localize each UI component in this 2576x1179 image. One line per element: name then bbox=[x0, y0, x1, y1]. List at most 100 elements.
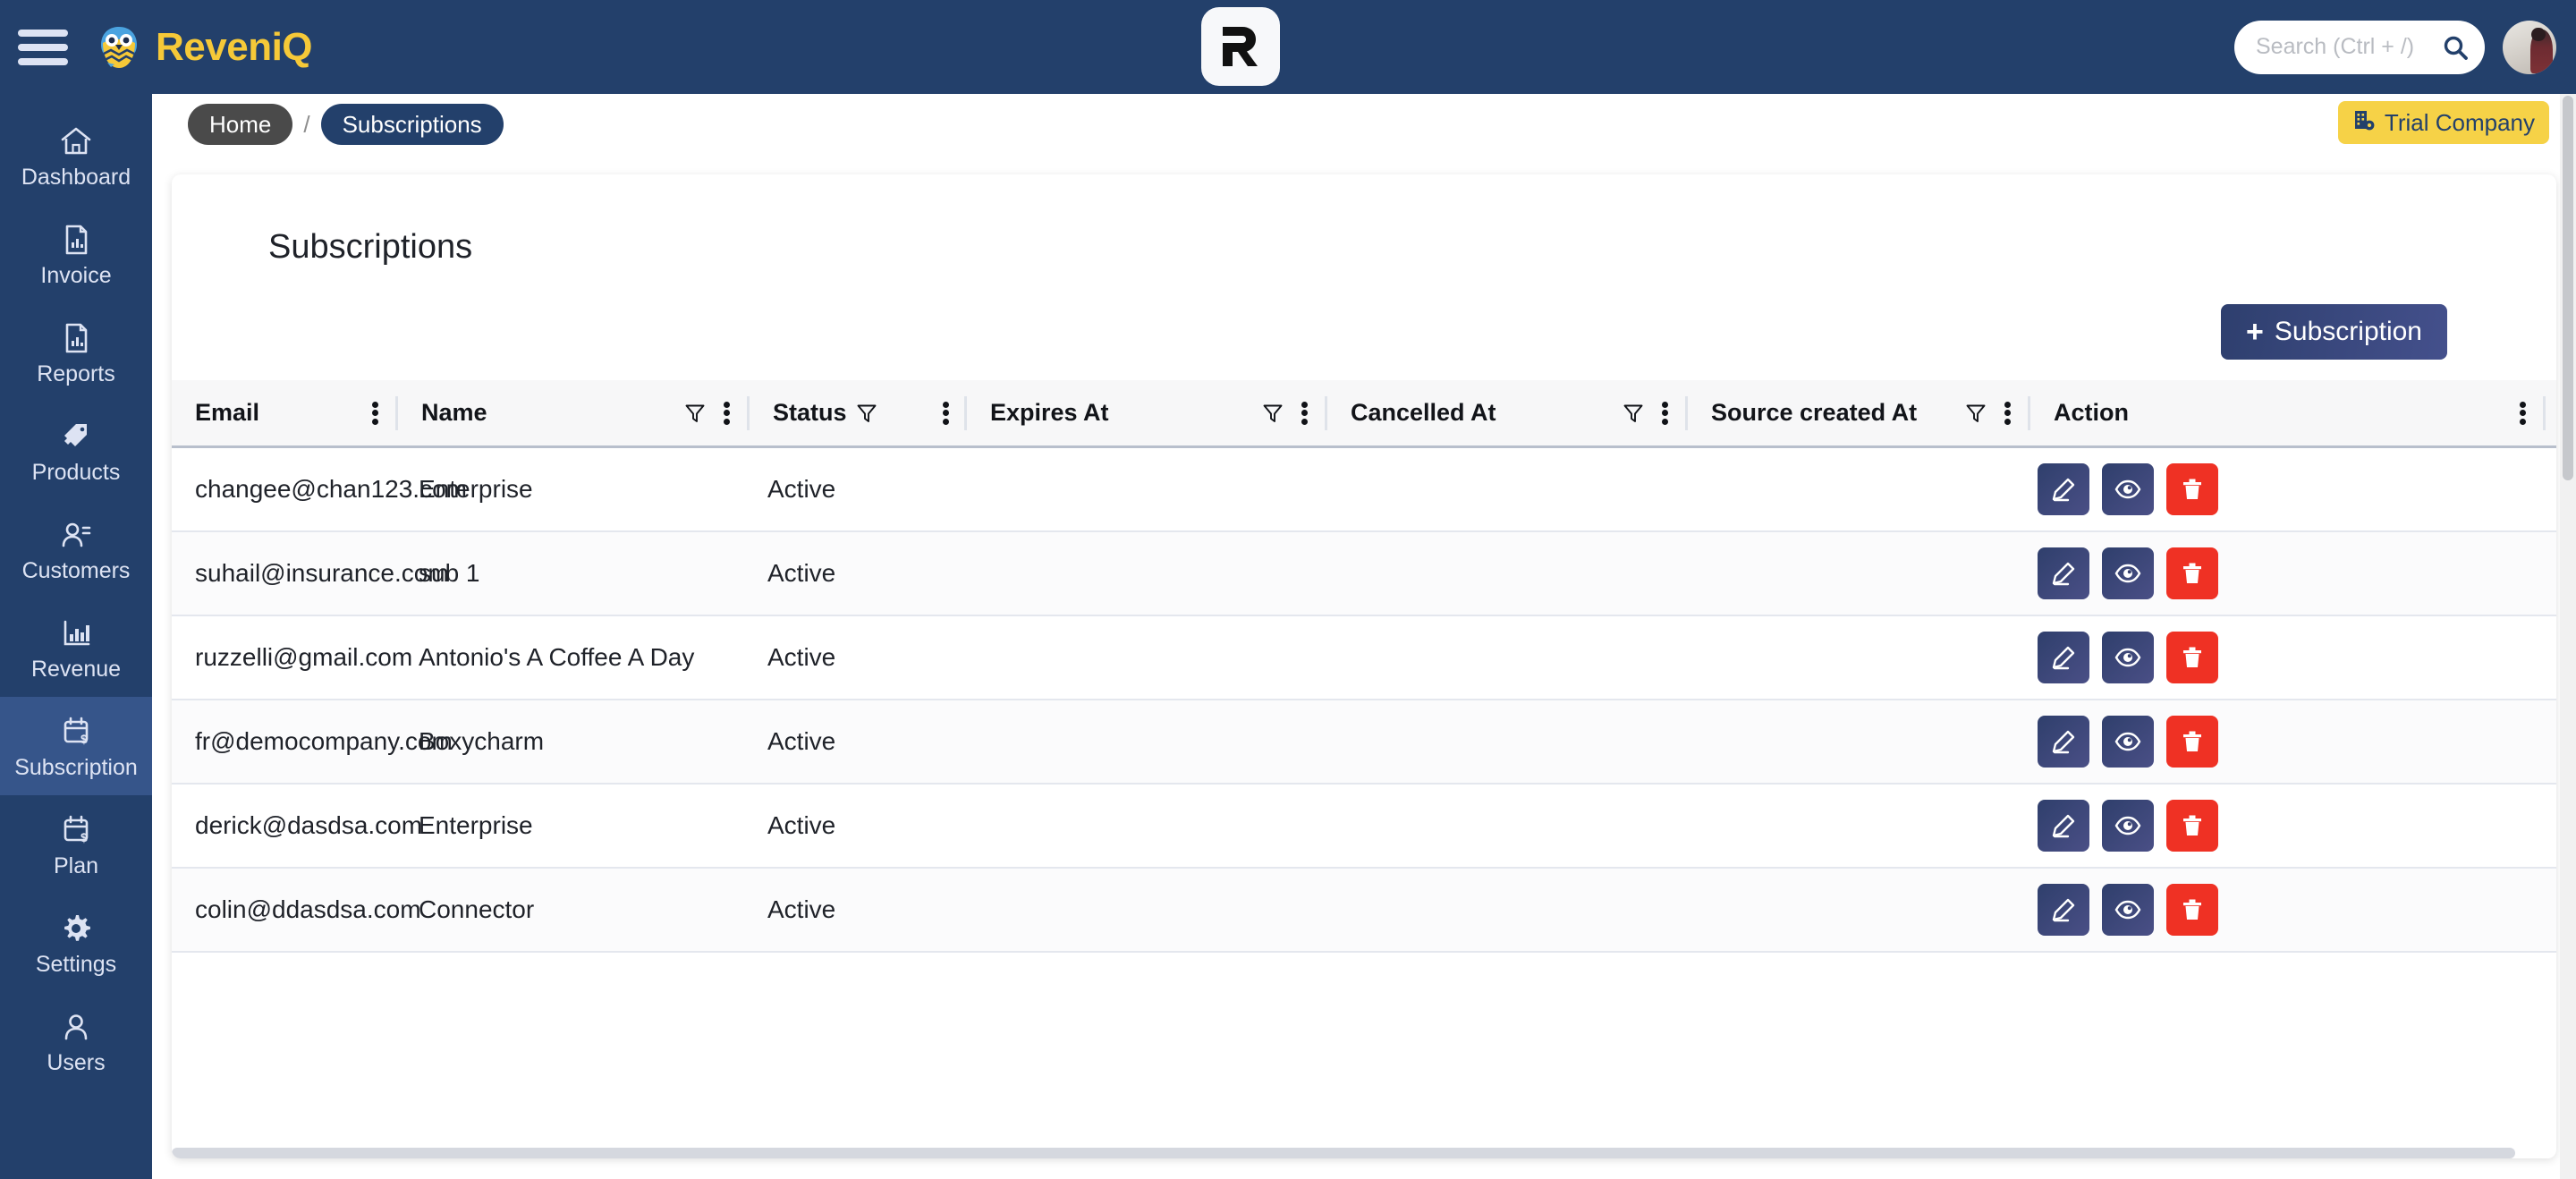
plus-icon: + bbox=[2246, 315, 2264, 349]
edit-button[interactable] bbox=[2038, 884, 2089, 936]
breadcrumb-subscriptions[interactable]: Subscriptions bbox=[320, 104, 504, 145]
column-header-name[interactable]: Name bbox=[398, 379, 747, 447]
cell-name: Connector bbox=[419, 895, 535, 923]
edit-button[interactable] bbox=[2038, 800, 2089, 852]
sidebar-item-label: Revenue bbox=[30, 656, 122, 682]
cell-name: Enterprise bbox=[419, 475, 533, 503]
delete-button[interactable] bbox=[2166, 632, 2218, 683]
sidebar-item-subscription[interactable]: $ Subscription bbox=[0, 697, 152, 795]
column-menu-icon[interactable] bbox=[716, 399, 736, 428]
view-button[interactable] bbox=[2102, 632, 2154, 683]
view-button[interactable] bbox=[2102, 800, 2154, 852]
cell-expires-at bbox=[959, 868, 1317, 952]
svg-text:$: $ bbox=[80, 732, 88, 746]
column-header-label: Expires At bbox=[990, 399, 1109, 426]
table-header-row: Email Name Status Expires At Cancelled A… bbox=[172, 380, 2556, 448]
cell-email: derick@dasdsa.com bbox=[195, 811, 423, 839]
delete-button[interactable] bbox=[2166, 800, 2218, 852]
cell-cancelled-at bbox=[1317, 531, 1674, 615]
brand-logo[interactable]: ReveniQ bbox=[95, 23, 313, 72]
cell-actions bbox=[2014, 784, 2556, 868]
column-header-expires-at[interactable]: Expires At bbox=[967, 379, 1325, 447]
column-header-cancelled-at[interactable]: Cancelled At bbox=[1327, 379, 1685, 447]
table-row[interactable]: changee@chan123.com Enterprise Active bbox=[172, 448, 2556, 532]
view-button[interactable] bbox=[2102, 884, 2154, 936]
table-body: changee@chan123.com Enterprise Active su… bbox=[172, 448, 2556, 953]
column-header-status[interactable]: Status bbox=[750, 379, 964, 447]
r-logo-icon[interactable] bbox=[1201, 7, 1280, 86]
cell-cancelled-at bbox=[1317, 784, 1674, 868]
table-row[interactable]: colin@ddasdsa.com Connector Active bbox=[172, 869, 2556, 953]
sidebar-item-products[interactable]: Products bbox=[0, 402, 152, 500]
trial-company-badge[interactable]: Trial Company bbox=[2337, 101, 2549, 144]
column-menu-icon[interactable] bbox=[2512, 399, 2532, 428]
page-vertical-scrollbar[interactable] bbox=[2560, 94, 2576, 1179]
sidebar-item-settings[interactable]: Settings bbox=[0, 894, 152, 992]
column-menu-icon[interactable] bbox=[936, 399, 955, 428]
table-horizontal-scrollbar[interactable] bbox=[172, 1148, 2556, 1158]
table-row[interactable]: ruzzelli@gmail.com Antonio's A Coffee A … bbox=[172, 616, 2556, 700]
delete-button[interactable] bbox=[2166, 463, 2218, 515]
view-button[interactable] bbox=[2102, 547, 2154, 599]
cell-email: fr@democompany.com bbox=[195, 727, 453, 755]
calendar-dollar-icon: $ bbox=[58, 714, 94, 750]
table-row[interactable]: suhail@insurance.com sub 1 Active bbox=[172, 532, 2556, 616]
search-box[interactable] bbox=[2234, 20, 2485, 74]
view-button[interactable] bbox=[2102, 716, 2154, 768]
column-header-source-created-at[interactable]: Source created At bbox=[1688, 379, 2028, 447]
cell-cancelled-at bbox=[1317, 615, 1674, 700]
filter-icon[interactable] bbox=[1262, 403, 1284, 424]
scrollbar-thumb[interactable] bbox=[2563, 96, 2573, 480]
cell-email: suhail@insurance.com bbox=[195, 559, 449, 587]
hamburger-bar bbox=[18, 43, 68, 51]
cell-source-created-at bbox=[1674, 784, 2014, 868]
column-header-action[interactable]: Action bbox=[2030, 379, 2556, 447]
table-row[interactable]: fr@democompany.com Boxycharm Active bbox=[172, 700, 2556, 785]
sidebar-item-dashboard[interactable]: Dashboard bbox=[0, 106, 152, 205]
sidebar-item-customers[interactable]: Customers bbox=[0, 500, 152, 598]
column-header-email[interactable]: Email bbox=[172, 379, 395, 447]
edit-button[interactable] bbox=[2038, 632, 2089, 683]
delete-button[interactable] bbox=[2166, 716, 2218, 768]
sidebar-item-users[interactable]: Users bbox=[0, 992, 152, 1090]
table-row[interactable]: derick@dasdsa.com Enterprise Active bbox=[172, 785, 2556, 869]
cell-actions bbox=[2014, 615, 2556, 700]
building-gear-icon bbox=[2352, 108, 2376, 138]
view-button[interactable] bbox=[2102, 463, 2154, 515]
filter-icon[interactable] bbox=[684, 403, 706, 424]
breadcrumb-home[interactable]: Home bbox=[188, 104, 293, 145]
filter-icon[interactable] bbox=[856, 403, 877, 424]
sidebar-item-plan[interactable]: $ Plan bbox=[0, 795, 152, 894]
cell-actions bbox=[2014, 700, 2556, 784]
column-menu-icon[interactable] bbox=[1294, 399, 1314, 428]
delete-button[interactable] bbox=[2166, 547, 2218, 599]
cell-email: changee@chan123.com bbox=[195, 475, 467, 503]
column-menu-icon[interactable] bbox=[365, 399, 385, 428]
edit-button[interactable] bbox=[2038, 547, 2089, 599]
cell-source-created-at bbox=[1674, 700, 2014, 784]
hamburger-icon[interactable] bbox=[18, 29, 68, 65]
filter-icon[interactable] bbox=[1965, 403, 1987, 424]
column-menu-icon[interactable] bbox=[1655, 399, 1674, 428]
column-header-label: Cancelled At bbox=[1351, 399, 1496, 426]
users-icon bbox=[58, 517, 94, 553]
search-input[interactable] bbox=[2256, 34, 2436, 60]
person-icon bbox=[58, 1009, 94, 1045]
sidebar-item-invoice[interactable]: Invoice bbox=[0, 205, 152, 303]
filter-icon[interactable] bbox=[1623, 403, 1644, 424]
column-menu-icon[interactable] bbox=[1997, 399, 2017, 428]
sidebar-item-revenue[interactable]: Revenue bbox=[0, 598, 152, 697]
cell-cancelled-at bbox=[1317, 868, 1674, 952]
cell-expires-at bbox=[959, 700, 1317, 784]
edit-button[interactable] bbox=[2038, 716, 2089, 768]
sidebar-item-label: Invoice bbox=[40, 262, 112, 288]
add-subscription-button[interactable]: + Subscription bbox=[2221, 304, 2447, 360]
avatar[interactable] bbox=[2503, 20, 2556, 74]
sidebar-item-reports[interactable]: Reports bbox=[0, 303, 152, 402]
scrollbar-thumb[interactable] bbox=[172, 1148, 2515, 1158]
document-chart-icon bbox=[58, 320, 94, 356]
edit-button[interactable] bbox=[2038, 463, 2089, 515]
delete-button[interactable] bbox=[2166, 884, 2218, 936]
cell-source-created-at bbox=[1674, 531, 2014, 615]
search-icon[interactable] bbox=[2442, 34, 2469, 61]
